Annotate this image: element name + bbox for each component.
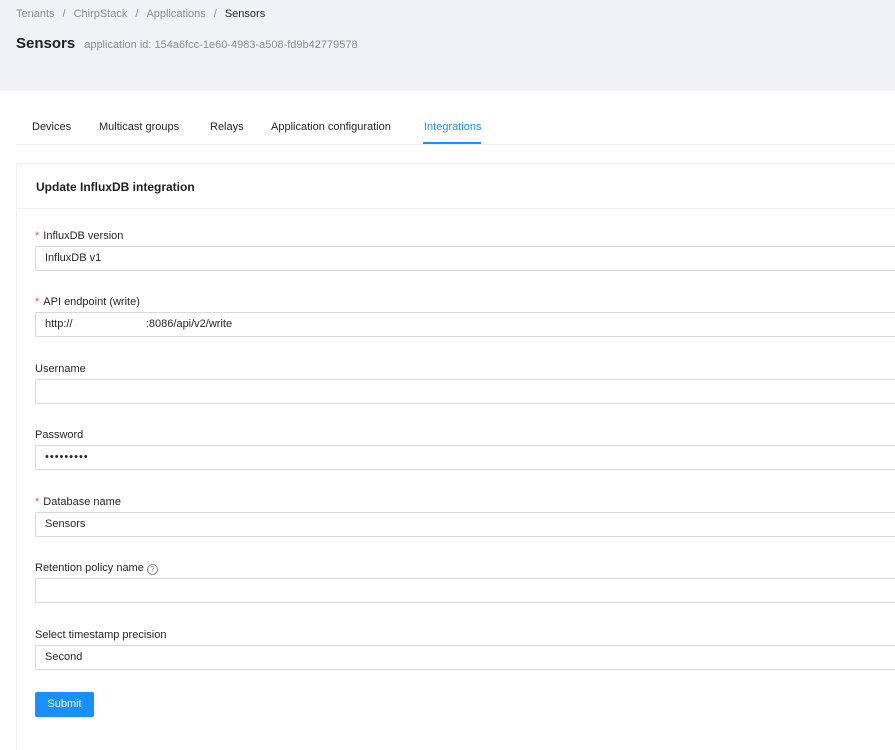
required-mark: * <box>35 230 40 242</box>
influxdb-version-select[interactable]: InfluxDB v1 <box>35 246 895 271</box>
retention-policy-input[interactable] <box>35 578 895 603</box>
timestamp-precision-label: Select timestamp precision <box>35 629 167 641</box>
breadcrumb-separator: / <box>135 8 139 20</box>
title-row: Sensors application id: 154a6fcc-1e60-49… <box>16 35 358 52</box>
influxdb-version-label: * InfluxDB version <box>35 230 124 242</box>
submit-button[interactable]: Submit <box>35 692 94 717</box>
database-name-input[interactable]: Sensors <box>35 512 895 537</box>
card-title: Update InfluxDB integration <box>17 164 895 209</box>
question-circle-icon[interactable]: ? <box>146 564 158 575</box>
timestamp-precision-select[interactable]: Second <box>35 645 895 670</box>
breadcrumb-chirpstack[interactable]: ChirpStack <box>74 8 128 20</box>
required-mark: * <box>35 296 40 308</box>
database-name-label: * Database name <box>35 496 121 508</box>
breadcrumb-separator: / <box>213 8 217 20</box>
breadcrumb-separator: / <box>62 8 66 20</box>
password-input[interactable]: ••••••••• <box>35 445 895 470</box>
page-header: Tenants / ChirpStack / Applications / Se… <box>0 0 895 91</box>
breadcrumb-current: Sensors <box>224 8 266 20</box>
application-id: application id: 154a6fcc-1e60-4983-a508-… <box>84 39 358 51</box>
retention-policy-label: Retention policy name? <box>35 562 158 575</box>
tab-devices[interactable]: Devices <box>32 121 71 133</box>
tab-bar: Devices Multicast groups Relays Applicat… <box>16 112 895 145</box>
tab-integrations[interactable]: Integrations <box>424 121 481 133</box>
tab-relays[interactable]: Relays <box>210 121 244 133</box>
active-tab-indicator <box>423 142 481 144</box>
breadcrumb: Tenants / ChirpStack / Applications / Se… <box>16 8 265 20</box>
tab-multicast-groups[interactable]: Multicast groups <box>99 121 179 133</box>
required-mark: * <box>35 496 40 508</box>
api-endpoint-label: * API endpoint (write) <box>35 296 140 308</box>
username-label: Username <box>35 363 86 375</box>
breadcrumb-tenants[interactable]: Tenants <box>16 8 55 20</box>
tab-application-configuration[interactable]: Application configuration <box>271 121 391 133</box>
username-input[interactable] <box>35 379 895 404</box>
breadcrumb-applications[interactable]: Applications <box>146 8 205 20</box>
api-endpoint-input[interactable]: http:// :8086/api/v2/write <box>35 312 895 337</box>
page-title: Sensors <box>16 35 76 52</box>
password-label: Password <box>35 429 84 441</box>
